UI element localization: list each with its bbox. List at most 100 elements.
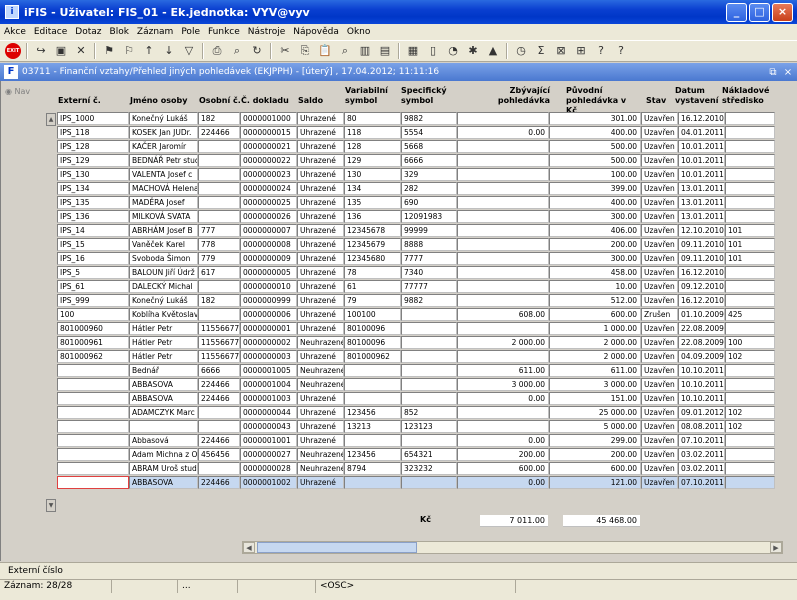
cell-document-no[interactable]: 0000000015	[240, 126, 297, 139]
cell-remaining-claim[interactable]	[457, 196, 549, 209]
cell-cost-center[interactable]: 100	[725, 336, 775, 349]
cell-external-no[interactable]: IPS_14	[57, 224, 129, 237]
cell-personal-no[interactable]	[198, 280, 240, 293]
cell-personal-no[interactable]	[198, 420, 240, 433]
scroll-left-icon[interactable]: ◀	[243, 542, 255, 553]
cell-document-no[interactable]: 0000000006	[240, 308, 297, 321]
cell-specific-symbol[interactable]	[401, 364, 457, 377]
cell-state[interactable]: Uzavřen	[641, 126, 678, 139]
cell-issue-date[interactable]: 22.08.2009	[678, 322, 725, 335]
scroll-down-icon[interactable]: ▼	[46, 499, 56, 512]
cell-state[interactable]: Uzavřen	[641, 448, 678, 461]
cell-personal-no[interactable]	[198, 462, 240, 475]
cell-personal-no[interactable]	[198, 308, 240, 321]
cell-saldo[interactable]: Uhrazené	[297, 154, 344, 167]
cell-cost-center[interactable]: 102	[725, 406, 775, 419]
cell-saldo[interactable]: Uhrazené	[297, 434, 344, 447]
cell-cost-center[interactable]	[725, 280, 775, 293]
cell-issue-date[interactable]: 09.12.2010	[678, 280, 725, 293]
cell-specific-symbol[interactable]	[401, 476, 457, 489]
cell-person-name[interactable]: Koblíha Květoslav	[129, 308, 198, 321]
cell-person-name[interactable]: Adam Michna z O	[129, 448, 198, 461]
cell-document-no[interactable]: 0000000005	[240, 266, 297, 279]
cell-variable-symbol[interactable]: 128	[344, 140, 401, 153]
cell-state[interactable]: Uzavřen	[641, 266, 678, 279]
cell-saldo[interactable]: Uhrazené	[297, 252, 344, 265]
cell-original-claim[interactable]: 512.00	[549, 294, 641, 307]
cell-specific-symbol[interactable]: 77777	[401, 280, 457, 293]
cell-original-claim[interactable]: 500.00	[549, 140, 641, 153]
cell-state[interactable]: Uzavřen	[641, 238, 678, 251]
cell-issue-date[interactable]: 13.01.2011	[678, 196, 725, 209]
cell-personal-no[interactable]: 182	[198, 112, 240, 125]
cell-variable-symbol[interactable]: 80	[344, 112, 401, 125]
copy-icon[interactable]: ⎘	[297, 43, 313, 59]
cell-specific-symbol[interactable]: 123123	[401, 420, 457, 433]
menu-zaznam[interactable]: Záznam	[137, 27, 173, 37]
cell-specific-symbol[interactable]: 9882	[401, 294, 457, 307]
cell-issue-date[interactable]: 10.01.2011	[678, 168, 725, 181]
cell-state[interactable]: Uzavřen	[641, 462, 678, 475]
scroll-right-icon[interactable]: ▶	[770, 542, 782, 553]
cell-external-no[interactable]: IPS_1000	[57, 112, 129, 125]
exit-icon[interactable]: EXIT	[5, 43, 21, 59]
cell-document-no[interactable]: 0000000025	[240, 196, 297, 209]
table-row[interactable]: 801000962 Hátler Petr 11556677 0000000003 Uh…	[45, 350, 785, 364]
document-icon[interactable]: ▯	[425, 43, 441, 59]
table-row[interactable]: IPS_1000 Konečný Lukáš 182 0000001000 Uhraze…	[45, 112, 785, 126]
cell-saldo[interactable]: Uhrazené	[297, 406, 344, 419]
cell-person-name[interactable]: DALECKÝ Michal	[129, 280, 198, 293]
clock-icon[interactable]: ◔	[445, 43, 461, 59]
cell-remaining-claim[interactable]: 600.00	[457, 462, 549, 475]
cell-person-name[interactable]: Hátler Petr	[129, 336, 198, 349]
cell-state[interactable]: Uzavřen	[641, 364, 678, 377]
cell-external-no[interactable]	[57, 364, 129, 377]
cell-person-name[interactable]: Bednář	[129, 364, 198, 377]
table-row[interactable]: 801000961 Hátler Petr 11556677 0000000002 Ne…	[45, 336, 785, 350]
cell-personal-no[interactable]: 224466	[198, 392, 240, 405]
cell-external-no[interactable]: 100	[57, 308, 129, 321]
print-preview-icon[interactable]: ⌕	[229, 43, 245, 59]
table-row[interactable]: 100 Koblíha Květoslav 0000000006 Uhrazené 10…	[45, 308, 785, 322]
cell-cost-center[interactable]	[725, 462, 775, 475]
cell-variable-symbol[interactable]: 100100	[344, 308, 401, 321]
menu-pole[interactable]: Pole	[181, 27, 200, 37]
cell-saldo[interactable]: Uhrazené	[297, 266, 344, 279]
cell-remaining-claim[interactable]: 0.00	[457, 392, 549, 405]
table-row[interactable]: ABBASOVA 224466 0000001003 Uhrazené 0.00 151.…	[45, 392, 785, 406]
cell-issue-date[interactable]: 10.10.2011	[678, 392, 725, 405]
cell-cost-center[interactable]: 101	[725, 252, 775, 265]
cell-original-claim[interactable]: 600.00	[549, 308, 641, 321]
cell-person-name[interactable]: Vaněček Karel	[129, 238, 198, 251]
cell-original-claim[interactable]: 1 000.00	[549, 322, 641, 335]
cell-state[interactable]: Uzavřen	[641, 182, 678, 195]
cell-personal-no[interactable]: 11556677	[198, 322, 240, 335]
cell-remaining-claim[interactable]: 611.00	[457, 364, 549, 377]
table-row[interactable]: IPS_5 BALOUN Jiří Údrž 617 0000000005 Uhraze…	[45, 266, 785, 280]
cell-cost-center[interactable]	[725, 196, 775, 209]
table-row[interactable]: ABRAM Uroš stud 0000000028 Neuhrazené 8794 3…	[45, 462, 785, 476]
cell-person-name[interactable]: Svoboda Šimon	[129, 252, 198, 265]
paste-icon[interactable]: 📋	[317, 43, 333, 59]
cell-person-name[interactable]: MILKOVÁ SVATA	[129, 210, 198, 223]
cell-state[interactable]: Uzavřen	[641, 476, 678, 489]
cell-state[interactable]: Uzavřen	[641, 406, 678, 419]
cell-original-claim[interactable]: 458.00	[549, 266, 641, 279]
cell-cost-center[interactable]	[725, 294, 775, 307]
cell-document-no[interactable]: 0000000023	[240, 168, 297, 181]
sum-icon[interactable]: Σ	[533, 43, 549, 59]
table-row[interactable]: Adam Michna z O 456456 0000000027 Neuhrazen…	[45, 448, 785, 462]
cell-specific-symbol[interactable]	[401, 322, 457, 335]
cell-original-claim[interactable]: 3 000.00	[549, 378, 641, 391]
table-row[interactable]: IPS_129 BEDNÁŘ Petr stud 0000000022 Uhrazen…	[45, 154, 785, 168]
cell-remaining-claim[interactable]	[457, 420, 549, 433]
cell-saldo[interactable]: Neuhrazené	[297, 462, 344, 475]
cut-icon[interactable]: ✂	[277, 43, 293, 59]
cell-cost-center[interactable]	[725, 476, 775, 489]
table-row[interactable]: 0000000043 Uhrazené 13213 123123 5 000.00 Uza…	[45, 420, 785, 434]
cell-remaining-claim[interactable]	[457, 350, 549, 363]
cell-personal-no[interactable]: 11556677	[198, 336, 240, 349]
cell-external-no[interactable]: IPS_16	[57, 252, 129, 265]
cell-personal-no[interactable]: 778	[198, 238, 240, 251]
cell-person-name[interactable]: ABBASOVA	[129, 378, 198, 391]
